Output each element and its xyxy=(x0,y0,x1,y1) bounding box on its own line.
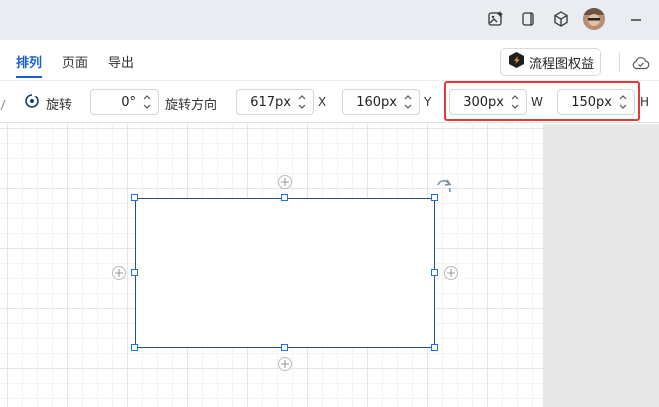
add-connection-bottom-icon[interactable] xyxy=(278,357,292,371)
y-unit-label: Y xyxy=(424,95,432,109)
x-position-input[interactable]: 617px xyxy=(236,89,314,115)
resize-handle-bottom[interactable] xyxy=(281,344,288,351)
x-unit-label: X xyxy=(318,95,327,109)
rotate-handle-icon[interactable] xyxy=(435,179,453,199)
tab-arrange[interactable]: 排列 xyxy=(16,52,42,71)
rotate-icon[interactable] xyxy=(24,93,40,113)
window-icon[interactable] xyxy=(518,9,538,29)
active-tab-indicator xyxy=(16,76,42,78)
rotate-label: 旋转 xyxy=(46,98,73,113)
avatar[interactable] xyxy=(583,8,605,30)
rotation-value: 0° xyxy=(121,94,136,110)
add-connection-right-icon[interactable] xyxy=(444,266,458,280)
title-bar xyxy=(0,0,659,40)
rotation-input[interactable]: 0° xyxy=(90,89,159,115)
cube-icon[interactable] xyxy=(551,9,571,29)
tab-export[interactable]: 导出 xyxy=(108,52,134,71)
flowchart-benefits-button[interactable]: 流程图权益 xyxy=(500,48,601,76)
tab-page[interactable]: 页面 xyxy=(62,52,88,71)
minimize-icon[interactable] xyxy=(626,9,646,29)
resize-handle-left[interactable] xyxy=(131,269,138,276)
benefit-logo-icon xyxy=(509,52,524,72)
resize-handle-bottom-left[interactable] xyxy=(131,344,138,351)
add-connection-left-icon[interactable] xyxy=(112,266,126,280)
divider xyxy=(619,52,620,72)
diagram-canvas[interactable] xyxy=(0,124,659,407)
ai-image-icon[interactable] xyxy=(486,9,506,29)
resize-handle-bottom-right[interactable] xyxy=(431,344,438,351)
chevron-left-icon[interactable] xyxy=(0,96,6,115)
y-position-input[interactable]: 160px xyxy=(342,89,420,115)
rotation-stepper-icon[interactable] xyxy=(142,93,152,111)
cloud-saved-icon[interactable] xyxy=(631,53,651,73)
benefit-label: 流程图权益 xyxy=(529,56,595,72)
height-unit-label: H xyxy=(640,95,650,109)
x-stepper-icon[interactable] xyxy=(297,93,307,111)
y-value: 160px xyxy=(356,94,397,110)
resize-handle-top-left[interactable] xyxy=(131,194,138,201)
size-fields-highlight xyxy=(444,81,640,121)
rotate-direction-label[interactable]: 旋转方向 xyxy=(165,94,217,113)
add-connection-top-icon[interactable] xyxy=(278,175,292,189)
resize-handle-top[interactable] xyxy=(281,194,288,201)
x-value: 617px xyxy=(250,94,291,110)
resize-handle-right[interactable] xyxy=(431,269,438,276)
y-stepper-icon[interactable] xyxy=(403,93,413,111)
rectangle-shape[interactable] xyxy=(135,198,435,348)
canvas-offpage-area[interactable] xyxy=(543,124,659,407)
